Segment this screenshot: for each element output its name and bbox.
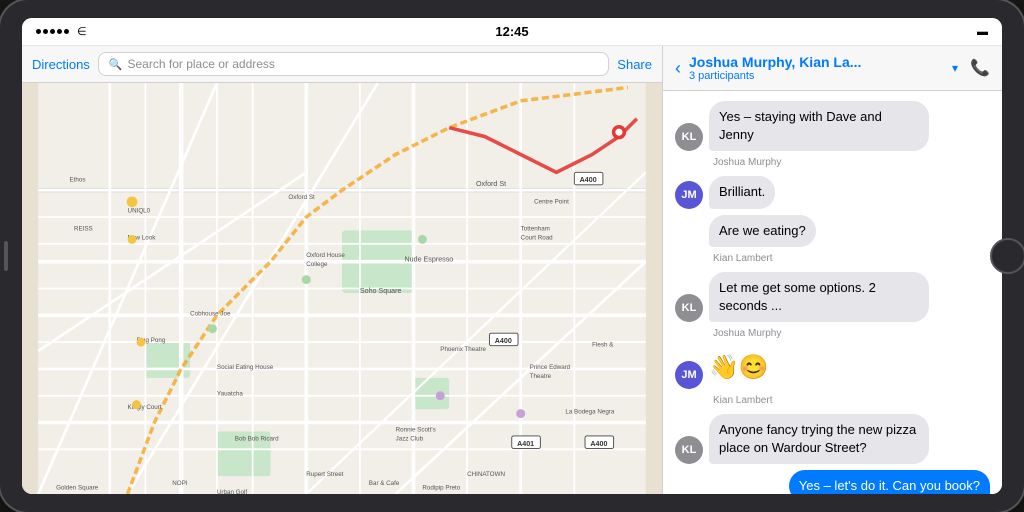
directions-button[interactable]: Directions: [32, 57, 90, 72]
status-time: 12:45: [495, 24, 528, 39]
message-bubble: 👋😊: [709, 347, 769, 389]
status-left: ∈: [36, 25, 87, 38]
status-right: ▬: [977, 26, 988, 38]
message-row: KL Yes – staying with Dave and Jenny: [675, 101, 990, 151]
svg-text:Ethos: Ethos: [69, 176, 85, 183]
back-button[interactable]: ‹: [675, 58, 681, 79]
svg-text:REISS: REISS: [74, 225, 93, 232]
main-content: Directions 🔍 Search for place or address…: [22, 46, 1002, 494]
svg-text:Jazz Club: Jazz Club: [396, 435, 424, 442]
svg-text:Bob Bob Ricard: Bob Bob Ricard: [235, 435, 279, 442]
message-bubble: Anyone fancy trying the new pizza place …: [709, 414, 929, 464]
message-bubble: Yes – let's do it. Can you book?: [789, 470, 990, 494]
avatar-circle: JM: [675, 181, 703, 209]
svg-text:College: College: [306, 261, 328, 268]
message-bubble: Let me get some options. 2 seconds ...: [709, 272, 929, 322]
svg-text:A400: A400: [580, 176, 597, 184]
svg-text:UNIQL0: UNIQL0: [128, 208, 151, 215]
svg-text:Yauatcha: Yauatcha: [217, 391, 243, 398]
chat-title: Joshua Murphy, Kian La...: [689, 54, 944, 70]
svg-text:Theatre: Theatre: [530, 373, 552, 380]
signal-dot-4: [57, 29, 62, 34]
svg-text:Nude Espresso: Nude Espresso: [405, 256, 454, 264]
svg-text:A400: A400: [590, 440, 607, 448]
message-row: KL Anyone fancy trying the new pizza pla…: [675, 414, 990, 464]
home-button[interactable]: [990, 238, 1024, 274]
chat-header-icons: ▾ 📞: [952, 58, 990, 78]
chat-subtitle: 3 participants: [689, 70, 944, 82]
svg-text:NOPI: NOPI: [172, 480, 188, 487]
svg-text:Bar & Cafe: Bar & Cafe: [369, 480, 400, 487]
svg-text:La Bodega Negra: La Bodega Negra: [565, 409, 615, 416]
search-bar[interactable]: 🔍 Search for place or address: [98, 52, 610, 76]
message-row: JM Brilliant.: [675, 176, 990, 208]
battery-icon: ▬: [977, 26, 988, 38]
svg-text:Oxford St: Oxford St: [288, 194, 315, 201]
search-icon: 🔍: [109, 58, 123, 71]
svg-text:Soho Square: Soho Square: [360, 287, 402, 295]
tablet-frame: ∈ 12:45 ▬ Directions 🔍 Search for place …: [0, 0, 1024, 512]
svg-text:Oxford St: Oxford St: [476, 180, 506, 188]
chevron-down-icon[interactable]: ▾: [952, 61, 958, 75]
sender-name: Joshua Murphy: [675, 328, 990, 339]
avatar-circle: KL: [675, 436, 703, 464]
svg-text:Phoenix Theatre: Phoenix Theatre: [440, 346, 486, 353]
chat-section: ‹ Joshua Murphy, Kian La... 3 participan…: [662, 46, 1002, 494]
side-button: [4, 241, 8, 271]
signal-dots: [36, 29, 69, 34]
sender-name: Kian Lambert: [675, 253, 990, 264]
svg-text:Rodipip Preto: Rodipip Preto: [422, 485, 460, 492]
svg-text:Oxford House: Oxford House: [306, 252, 345, 259]
svg-text:A400: A400: [495, 337, 512, 345]
avatar: JM: [675, 361, 703, 389]
message-bubble: Yes – staying with Dave and Jenny: [709, 101, 929, 151]
signal-dot-1: [36, 29, 41, 34]
status-bar: ∈ 12:45 ▬: [22, 18, 1002, 46]
avatar-circle: KL: [675, 123, 703, 151]
avatar-circle: JM: [675, 361, 703, 389]
chat-header-info: Joshua Murphy, Kian La... 3 participants: [689, 54, 944, 82]
avatar: KL: [675, 123, 703, 151]
wifi-icon: ∈: [77, 25, 87, 38]
svg-text:Urban Golf: Urban Golf: [217, 489, 247, 494]
message-row: JM 👋😊: [675, 347, 990, 389]
svg-text:Flesh &: Flesh &: [592, 342, 614, 349]
chat-header: ‹ Joshua Murphy, Kian La... 3 participan…: [663, 46, 1002, 91]
svg-text:Prince Edward: Prince Edward: [530, 364, 571, 371]
message-row: Yes – let's do it. Can you book?: [675, 470, 990, 494]
message-row: KL Let me get some options. 2 seconds ..…: [675, 272, 990, 322]
signal-dot-3: [50, 29, 55, 34]
share-button[interactable]: Share: [617, 57, 652, 72]
signal-dot-2: [43, 29, 48, 34]
avatar: KL: [675, 294, 703, 322]
svg-text:Cobhouse Joe: Cobhouse Joe: [190, 310, 231, 317]
svg-text:Golden Square: Golden Square: [56, 485, 99, 492]
map-canvas[interactable]: Oxford St Centre Point Tottenham Court R…: [22, 83, 662, 494]
message-bubble: Brilliant.: [709, 176, 775, 208]
sender-name: Joshua Murphy: [675, 157, 990, 168]
signal-dot-5: [64, 29, 69, 34]
map-section: Directions 🔍 Search for place or address…: [22, 46, 662, 494]
svg-text:CHINATOWN: CHINATOWN: [467, 471, 505, 478]
svg-text:Ronnie Scott's: Ronnie Scott's: [396, 426, 436, 433]
avatar: JM: [675, 181, 703, 209]
avatar-circle: KL: [675, 294, 703, 322]
svg-text:A401: A401: [517, 440, 534, 448]
svg-text:Tottenham: Tottenham: [521, 225, 550, 232]
search-placeholder: Search for place or address: [128, 57, 275, 71]
message-bubble: Are we eating?: [709, 215, 816, 247]
tablet-screen: ∈ 12:45 ▬ Directions 🔍 Search for place …: [22, 18, 1002, 494]
svg-text:Court Road: Court Road: [521, 234, 553, 241]
sender-name: Kian Lambert: [675, 395, 990, 406]
avatar: KL: [675, 436, 703, 464]
phone-icon[interactable]: 📞: [970, 58, 990, 78]
svg-text:Social Eating House: Social Eating House: [217, 364, 274, 371]
messages-area: KL Yes – staying with Dave and Jenny Jos…: [663, 91, 1002, 494]
svg-text:Rupert Street: Rupert Street: [306, 471, 343, 478]
message-row: Are we eating?: [675, 215, 990, 247]
svg-text:Centre Point: Centre Point: [534, 199, 569, 206]
map-toolbar: Directions 🔍 Search for place or address…: [22, 46, 662, 83]
